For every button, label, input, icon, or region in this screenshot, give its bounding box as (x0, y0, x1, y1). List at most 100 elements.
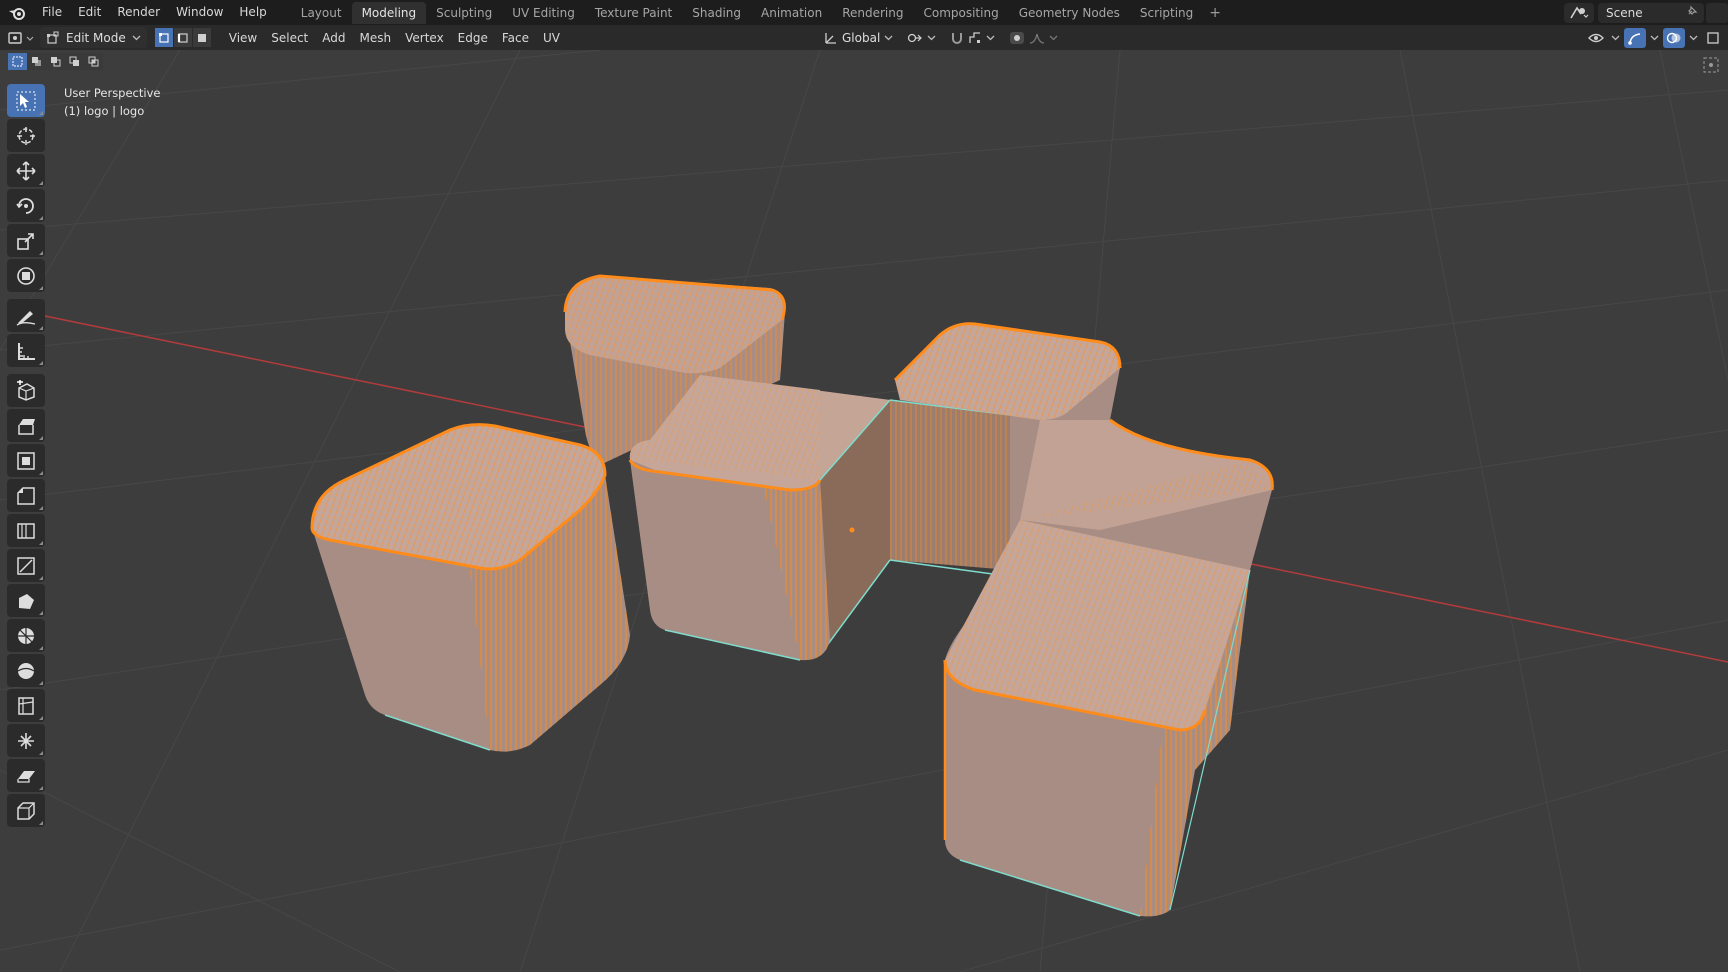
vertex-select-mode-button[interactable] (154, 28, 174, 47)
menu-uv[interactable]: UV (536, 31, 567, 45)
tool-shrink-fatten[interactable] (7, 724, 45, 757)
tool-edge-slide[interactable] (7, 689, 45, 722)
tab-animation[interactable]: Animation (751, 2, 832, 24)
tool-options-indicator (39, 181, 43, 185)
select-intersect-icon[interactable] (84, 53, 103, 70)
menu-mesh[interactable]: Mesh (353, 31, 399, 45)
tool-cursor[interactable] (7, 119, 45, 152)
tab-modeling[interactable]: Modeling (351, 1, 427, 24)
face-select-mode-button[interactable] (192, 28, 212, 47)
menu-help[interactable]: Help (231, 0, 274, 25)
menu-vertex[interactable]: Vertex (398, 31, 451, 45)
tool-shear[interactable] (7, 759, 45, 792)
edge-select-mode-button[interactable] (173, 28, 193, 47)
scale-icon (17, 232, 34, 250)
overlays-toggle-icon[interactable] (1663, 27, 1685, 48)
rotate-icon (16, 197, 34, 214)
xray-icon[interactable] (1702, 28, 1724, 48)
menu-add[interactable]: Add (315, 31, 352, 45)
tab-shading[interactable]: Shading (682, 2, 751, 24)
viewport-scene (0, 50, 1728, 972)
tool-knife[interactable] (7, 549, 45, 582)
tab-compositing[interactable]: Compositing (913, 2, 1008, 24)
tool-spin[interactable] (7, 619, 45, 652)
scene-selector: Scene (1564, 0, 1728, 25)
tool-options-indicator (39, 611, 43, 615)
extrude-region-icon (18, 418, 35, 435)
tool-transform[interactable] (7, 259, 45, 292)
tool-move[interactable] (7, 154, 45, 187)
pivot-point-dropdown[interactable] (903, 27, 940, 48)
mode-label: Edit Mode (66, 30, 126, 45)
bevel-icon (17, 486, 35, 505)
viewport-menus: View Select Add Mesh Vertex Edge Face UV (222, 31, 567, 45)
chevron-down-icon (132, 35, 141, 40)
tool-loop-cut[interactable] (7, 514, 45, 547)
select-invert-icon[interactable] (65, 53, 84, 70)
menu-select[interactable]: Select (264, 31, 315, 45)
loop-cut-icon (17, 522, 35, 539)
tab-rendering[interactable]: Rendering (832, 2, 913, 24)
tab-geometry-nodes[interactable]: Geometry Nodes (1009, 2, 1130, 24)
tool-measure[interactable] (7, 334, 45, 367)
new-scene-button[interactable] (1706, 2, 1728, 23)
visibility-icon[interactable] (1585, 28, 1607, 48)
menu-window[interactable]: Window (168, 0, 231, 25)
editor-type-button[interactable] (4, 27, 40, 48)
pin-icon[interactable] (1686, 3, 1698, 23)
menu-file[interactable]: File (34, 0, 70, 25)
menu-render[interactable]: Render (109, 0, 168, 25)
blender-logo-icon[interactable] (0, 0, 34, 25)
3d-viewport[interactable]: User Perspective (1) logo | logo (0, 50, 1728, 972)
snap-toggle[interactable] (946, 27, 999, 48)
viewport-right-controls (1585, 25, 1728, 50)
chevron-down-icon (884, 35, 893, 40)
gizmo-toggle-icon[interactable] (1624, 27, 1646, 48)
tool-options-indicator (39, 506, 43, 510)
tool-rip-region[interactable] (7, 794, 45, 827)
tool-inset-faces[interactable] (7, 444, 45, 477)
knife-icon (17, 556, 35, 575)
navigation-gizmo-icon[interactable] (1702, 56, 1722, 76)
proportional-icon (1010, 31, 1025, 44)
tool-smooth[interactable] (7, 654, 45, 687)
edge-slide-icon (18, 696, 34, 715)
orientation-icon (825, 32, 836, 44)
scene-icon[interactable] (1564, 2, 1594, 23)
chevron-down-icon[interactable] (1650, 35, 1659, 41)
chevron-down-icon[interactable] (1689, 35, 1698, 41)
tool-poly-build[interactable] (7, 584, 45, 617)
tool-annotate[interactable] (7, 299, 45, 332)
tool-extrude-region[interactable] (7, 409, 45, 442)
tool-shelf (7, 84, 47, 829)
select-new-icon[interactable] (8, 53, 27, 70)
chevron-down-icon[interactable] (1611, 35, 1620, 41)
scene-name-field[interactable]: Scene (1598, 2, 1704, 23)
menu-face[interactable]: Face (495, 31, 536, 45)
tab-texture-paint[interactable]: Texture Paint (585, 2, 682, 24)
transform-controls: Global (820, 25, 1062, 50)
select-subtract-icon[interactable] (46, 53, 65, 70)
menu-edit[interactable]: Edit (70, 0, 109, 25)
tool-scale[interactable] (7, 224, 45, 257)
transform-orientation-dropdown[interactable]: Global (820, 27, 897, 48)
menu-edge[interactable]: Edge (451, 31, 495, 45)
menu-view[interactable]: View (222, 31, 264, 45)
add-workspace-button[interactable]: + (1203, 5, 1227, 21)
tab-sculpting[interactable]: Sculpting (426, 2, 502, 24)
tab-layout[interactable]: Layout (291, 2, 352, 24)
tool-bevel[interactable] (7, 479, 45, 512)
mode-dropdown[interactable]: Edit Mode (40, 27, 147, 48)
select-extend-icon[interactable] (27, 53, 46, 70)
tool-add-cube[interactable] (7, 374, 45, 407)
transform-icon (17, 266, 35, 285)
tool-select-box[interactable] (7, 84, 45, 117)
tool-options-indicator (39, 361, 43, 365)
tool-options-indicator (39, 786, 43, 790)
tab-uv-editing[interactable]: UV Editing (502, 2, 585, 24)
edit-mode-icon (47, 31, 59, 44)
tool-rotate[interactable] (7, 189, 45, 222)
top-bar: File Edit Render Window Help Layout Modeling S… (0, 0, 1728, 25)
proportional-editing-toggle[interactable] (1005, 27, 1062, 48)
tab-scripting[interactable]: Scripting (1130, 2, 1203, 24)
